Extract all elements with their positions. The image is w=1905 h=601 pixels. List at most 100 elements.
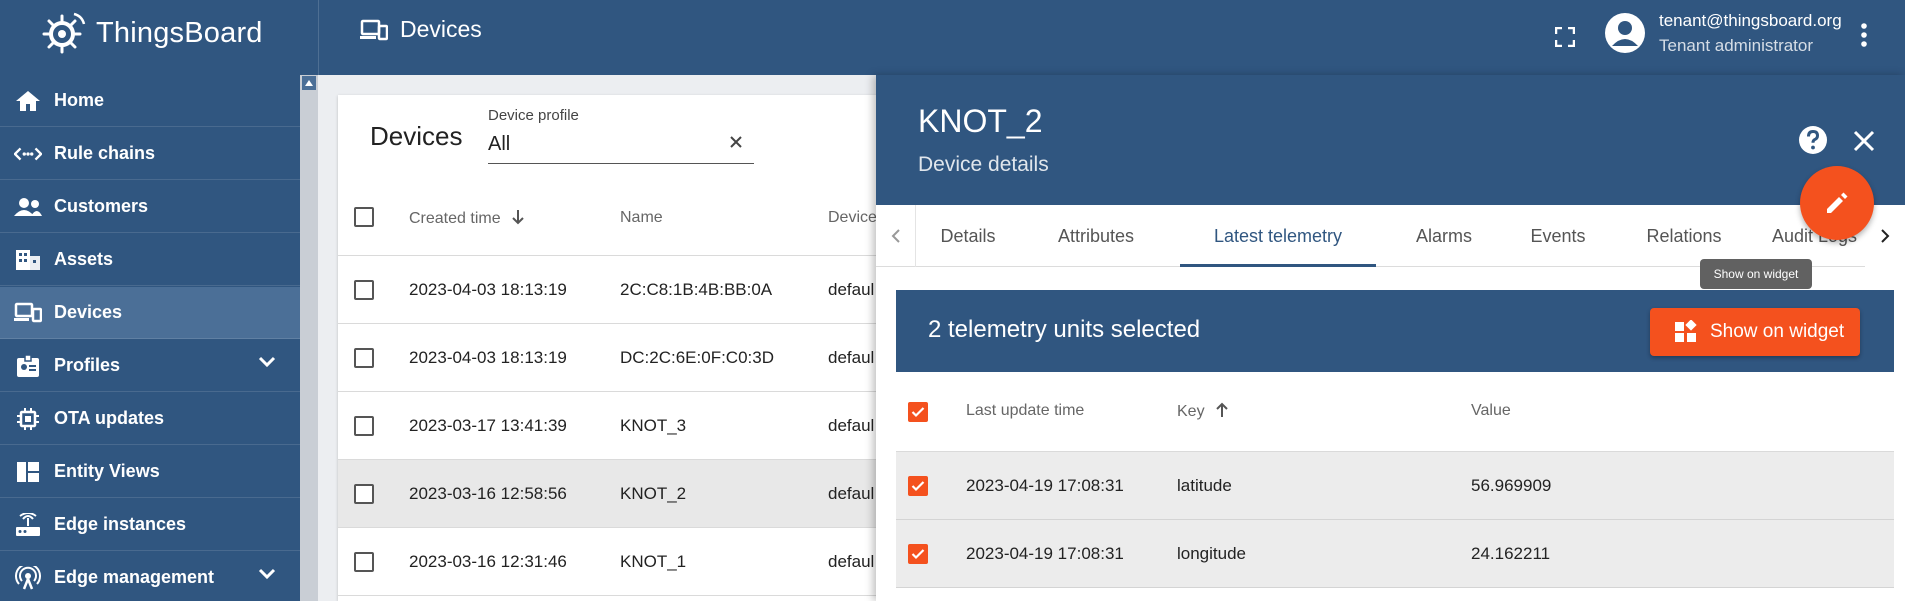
sidebar-item-label: Edge management (54, 567, 215, 587)
key-cell: latitude (1177, 476, 1232, 495)
profile-cell: defaul (828, 552, 875, 571)
created-time-cell: 2023-04-03 18:13:19 (409, 348, 567, 367)
page-title: Devices (360, 16, 482, 43)
table-row-selected[interactable]: 2023-03-16 12:58:56 KNOT_2 defaul (338, 460, 918, 528)
profiles-icon (14, 354, 42, 378)
check-icon (911, 407, 925, 418)
row-checkbox[interactable] (354, 484, 374, 504)
app-logo[interactable]: ThingsBoard (40, 8, 263, 58)
created-time-cell: 2023-03-17 13:41:39 (409, 416, 567, 435)
device-details-panel: KNOT_2 Device details Details Attributes… (876, 75, 1905, 601)
tab-events[interactable]: Events (1512, 205, 1604, 267)
fullscreen-button[interactable] (1548, 20, 1582, 54)
row-checkbox[interactable] (354, 552, 374, 572)
select-all-checkbox[interactable] (354, 207, 374, 227)
row-checkbox-checked[interactable] (908, 544, 928, 564)
tab-details[interactable]: Details (918, 205, 1018, 267)
telemetry-row[interactable]: 2023-04-19 17:08:31 latitude 56.969909 (896, 452, 1894, 520)
row-checkbox[interactable] (354, 280, 374, 300)
profile-cell: defaul (828, 280, 875, 299)
show-on-widget-button[interactable]: Show on widget (1650, 308, 1860, 356)
value-cell: 24.162211 (1471, 544, 1551, 563)
thingsboard-logo-icon (42, 12, 86, 54)
column-header-created-time[interactable]: Created time (409, 209, 525, 228)
sidebar-item-ota-updates[interactable]: OTA updates (0, 393, 300, 445)
sidebar: Home Rule chains Customers Assets Device… (0, 75, 300, 601)
filter-underline (488, 163, 754, 164)
tab-alarms[interactable]: Alarms (1396, 205, 1492, 267)
customers-icon (14, 195, 42, 219)
fullscreen-icon (1555, 27, 1575, 47)
details-header: KNOT_2 Device details (876, 75, 1905, 205)
edit-button[interactable] (1800, 166, 1874, 240)
sidebar-item-label: Assets (54, 249, 114, 269)
column-label: Key (1177, 403, 1205, 420)
sidebar-item-label: Entity Views (54, 461, 160, 481)
page-title-text: Devices (400, 16, 482, 42)
key-cell: longitude (1177, 544, 1247, 563)
user-avatar-icon[interactable] (1604, 12, 1646, 54)
sidebar-item-assets[interactable]: Assets (0, 234, 300, 286)
column-header-name[interactable]: Name (620, 209, 663, 227)
row-checkbox[interactable] (354, 348, 374, 368)
tooltip: Show on widget (1700, 259, 1812, 289)
edit-icon (1827, 192, 1848, 213)
profile-cell: defaul (828, 416, 875, 435)
tabs-scroll-left-button[interactable] (876, 205, 916, 267)
value-cell: 56.969909 (1471, 476, 1552, 495)
sidebar-item-profiles[interactable]: Profiles (0, 340, 300, 392)
column-header-key[interactable]: Key (1177, 402, 1229, 421)
more-menu-button[interactable] (1852, 18, 1876, 52)
sidebar-scrollbar[interactable] (300, 75, 318, 601)
sidebar-item-home[interactable]: Home (0, 75, 300, 127)
entity-views-icon (14, 460, 42, 484)
sidebar-item-devices[interactable]: Devices (0, 287, 300, 339)
help-icon[interactable] (1798, 125, 1828, 155)
sidebar-item-label: Customers (54, 196, 149, 216)
active-tab-indicator (1180, 264, 1376, 267)
sidebar-item-label: Rule chains (54, 143, 156, 163)
sidebar-item-edge-management[interactable]: Edge management (0, 552, 300, 601)
column-header-last-update-time[interactable]: Last update time (966, 402, 1084, 420)
row-checkbox[interactable] (354, 416, 374, 436)
details-subtitle: Device details (918, 153, 1049, 176)
table-row[interactable]: 2023-03-17 13:41:39 KNOT_3 defaul (338, 392, 918, 460)
sidebar-item-customers[interactable]: Customers (0, 181, 300, 233)
user-name: tenant@thingsboard.org (1659, 11, 1842, 30)
divider (318, 0, 319, 75)
device-name-title: KNOT_2 (918, 103, 1043, 139)
table-row[interactable]: 2023-04-03 18:13:19 2C:C8:1B:4B:BB:0A de… (338, 256, 918, 324)
tab-relations[interactable]: Relations (1624, 205, 1744, 267)
created-time-cell: 2023-04-03 18:13:19 (409, 280, 567, 299)
last-update-time-cell: 2023-04-19 17:08:31 (966, 476, 1124, 495)
sort-up-icon (1216, 402, 1228, 417)
table-row[interactable]: 2023-03-16 12:31:46 KNOT_1 defaul (338, 528, 918, 596)
name-cell: 2C:C8:1B:4B:BB:0A (620, 280, 773, 299)
check-icon (911, 549, 925, 560)
antenna-icon (14, 566, 42, 590)
sidebar-item-entity-views[interactable]: Entity Views (0, 446, 300, 498)
sort-down-icon (512, 210, 524, 225)
chip-icon (14, 407, 42, 431)
table-row[interactable]: 2023-04-03 18:13:19 DC:2C:6E:0F:C0:3D de… (338, 324, 918, 392)
device-profile-select[interactable]: All (488, 133, 510, 156)
column-header-device-profile[interactable]: Device (828, 209, 877, 227)
sidebar-item-edge-instances[interactable]: Edge instances (0, 499, 300, 551)
sidebar-item-rule-chains[interactable]: Rule chains (0, 128, 300, 180)
check-icon (911, 481, 925, 492)
column-header-value[interactable]: Value (1471, 402, 1511, 420)
tab-attributes[interactable]: Attributes (1032, 205, 1160, 267)
row-checkbox-checked[interactable] (908, 476, 928, 496)
tab-latest-telemetry[interactable]: Latest telemetry (1180, 205, 1376, 267)
telemetry-row[interactable]: 2023-04-19 17:08:31 longitude 24.162211 (896, 520, 1894, 588)
profile-cell: defaul (828, 348, 875, 367)
caret-up-icon (305, 80, 313, 86)
sidebar-item-label: Home (54, 90, 105, 110)
close-icon[interactable] (1850, 127, 1878, 155)
scroll-up-button[interactable] (302, 76, 316, 90)
telemetry-table-header: Last update time Key Value (896, 372, 1894, 452)
clear-icon[interactable] (729, 135, 743, 149)
widgets-icon (1675, 320, 1697, 342)
selection-toolbar: 2 telemetry units selected Show on widge… (896, 290, 1894, 372)
select-all-checkbox-checked[interactable] (908, 402, 928, 422)
